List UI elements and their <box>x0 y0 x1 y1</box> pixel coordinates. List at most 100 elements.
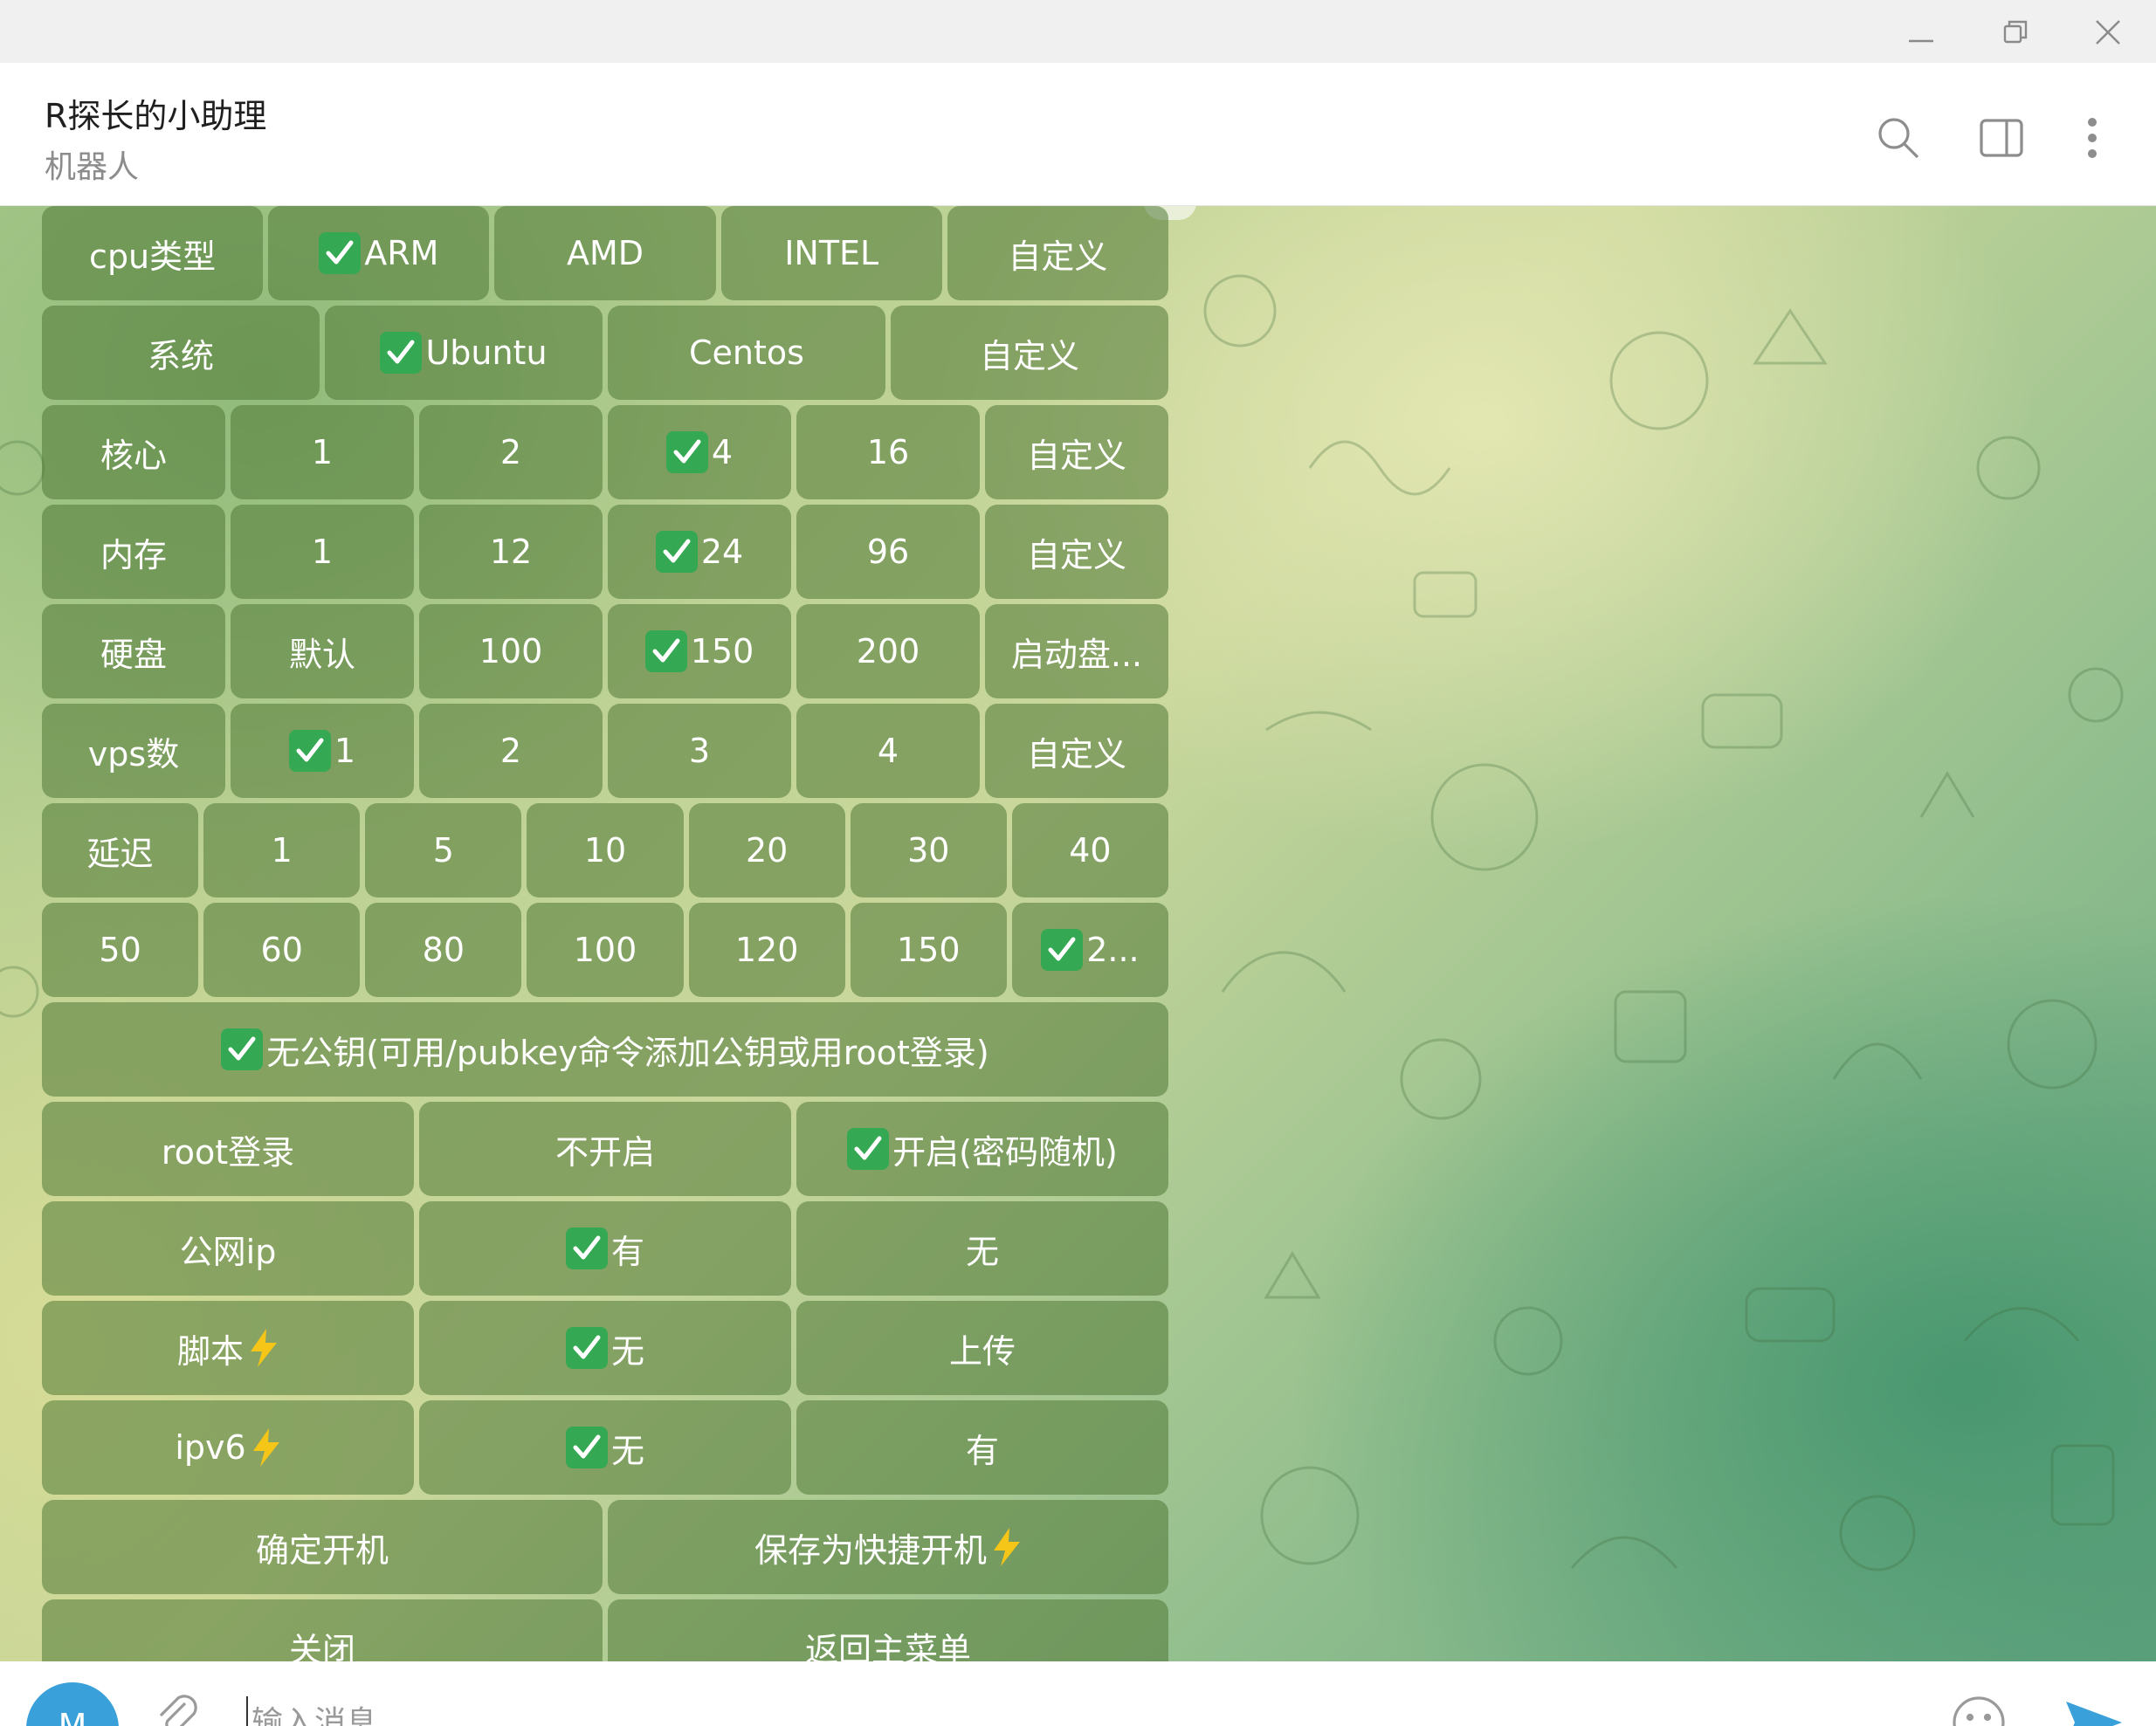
search-button[interactable] <box>1869 108 1928 168</box>
keyboard-row: 内存 1 12 24 96 自定义 <box>42 505 1168 599</box>
keyboard-button[interactable]: 内存 <box>42 505 225 599</box>
keyboard-button[interactable]: 60 <box>203 903 361 997</box>
send-icon <box>2066 1702 2122 1726</box>
keyboard-button[interactable]: 无 <box>796 1201 1168 1296</box>
more-menu-button[interactable] <box>2063 108 2122 168</box>
keyboard-button[interactable]: 保存为快捷开机 <box>608 1500 1168 1594</box>
keyboard-row: 50 60 80 100 120 150 2... <box>42 903 1168 997</box>
sidebar-panel-icon <box>1980 119 2023 157</box>
keyboard-button[interactable]: 40 <box>1011 803 1168 897</box>
keyboard-button-label: 有 <box>965 1431 999 1470</box>
keyboard-button[interactable]: 确定开机 <box>42 1500 603 1594</box>
keyboard-button[interactable]: vps数 <box>42 704 225 798</box>
keyboard-button[interactable]: root登录 <box>42 1102 414 1196</box>
keyboard-button[interactable]: 96 <box>796 505 980 599</box>
keyboard-button[interactable]: 5 <box>365 803 522 897</box>
keyboard-button-label: 默认 <box>288 635 355 674</box>
keyboard-button[interactable]: 硬盘 <box>42 604 225 698</box>
keyboard-button[interactable]: 无公钥(可用/pubkey命令添加公钥或用root登录) <box>42 1002 1168 1097</box>
keyboard-row: 核心 1 2 4 16 自定义 <box>42 405 1168 499</box>
keyboard-button[interactable]: 4 <box>608 405 791 499</box>
message-input[interactable] <box>246 1696 1905 1726</box>
keyboard-button-label: 保存为快捷开机 <box>754 1530 987 1570</box>
minimize-button[interactable] <box>1890 10 1953 54</box>
keyboard-button[interactable]: 脚本 <box>42 1301 414 1395</box>
attach-button[interactable] <box>150 1688 203 1726</box>
keyboard-button[interactable]: 开启(密码随机) <box>796 1102 1168 1196</box>
keyboard-button[interactable]: 150 <box>608 604 791 698</box>
keyboard-button[interactable]: 无 <box>419 1400 791 1495</box>
keyboard-button[interactable]: 150 <box>850 903 1007 997</box>
keyboard-button[interactable]: 有 <box>419 1201 791 1296</box>
keyboard-button-label: 40 <box>1069 831 1112 870</box>
keyboard-button[interactable]: 自定义 <box>891 306 1168 400</box>
keyboard-button[interactable]: 120 <box>688 903 845 997</box>
keyboard-button[interactable]: 延迟 <box>42 803 199 897</box>
keyboard-button[interactable]: 80 <box>365 903 522 997</box>
keyboard-button[interactable]: 上传 <box>796 1301 1168 1395</box>
keyboard-button[interactable]: 1 <box>231 505 414 599</box>
keyboard-button-label: ARM <box>364 234 439 272</box>
keyboard-button[interactable]: 自定义 <box>985 405 1168 499</box>
keyboard-button[interactable]: 20 <box>688 803 845 897</box>
keyboard-button[interactable]: 3 <box>608 704 791 798</box>
keyboard-button[interactable]: 1 <box>231 704 414 798</box>
keyboard-button[interactable]: 12 <box>419 505 603 599</box>
close-window-button[interactable] <box>2077 10 2139 54</box>
keyboard-button[interactable]: 1 <box>203 803 361 897</box>
keyboard-button-label: 80 <box>422 931 465 969</box>
send-button[interactable] <box>2063 1696 2125 1726</box>
avatar[interactable]: M <box>26 1682 119 1726</box>
keyboard-button[interactable]: cpu类型 <box>42 206 264 300</box>
keyboard-button[interactable]: 核心 <box>42 405 225 499</box>
keyboard-button[interactable]: 自定义 <box>985 704 1168 798</box>
restore-button[interactable] <box>1984 10 2047 54</box>
keyboard-button[interactable]: 公网ip <box>42 1201 414 1296</box>
keyboard-button[interactable]: 默认 <box>231 604 414 698</box>
checkmark-icon <box>221 1028 264 1070</box>
keyboard-button[interactable]: 1 <box>231 405 414 499</box>
keyboard-button[interactable]: 不开启 <box>419 1102 791 1196</box>
keyboard-button[interactable]: 2 <box>419 704 603 798</box>
keyboard-button-label: 120 <box>734 931 799 969</box>
keyboard-button-label: 30 <box>907 831 950 870</box>
keyboard-button[interactable]: 返回主菜单 <box>608 1599 1168 1661</box>
keyboard-button[interactable]: 无 <box>419 1301 791 1395</box>
keyboard-button[interactable]: 2 <box>419 405 603 499</box>
keyboard-button[interactable]: INTEL <box>720 206 942 300</box>
emoji-button[interactable] <box>1949 1693 2008 1726</box>
keyboard-button[interactable]: Ubuntu <box>325 306 603 400</box>
keyboard-button[interactable]: ipv6 <box>42 1400 414 1495</box>
keyboard-button-label: 硬盘 <box>100 635 167 674</box>
keyboard-button-label: 50 <box>99 931 141 969</box>
keyboard-button[interactable]: 2... <box>1011 903 1168 997</box>
keyboard-button[interactable]: 系统 <box>42 306 320 400</box>
keyboard-button[interactable]: 10 <box>527 803 684 897</box>
keyboard-button[interactable]: 100 <box>527 903 684 997</box>
keyboard-button-label: 1 <box>311 433 334 471</box>
keyboard-button[interactable]: 24 <box>608 505 791 599</box>
chat-title[interactable]: R探长的小助理 <box>45 89 266 137</box>
keyboard-button[interactable]: 100 <box>419 604 603 698</box>
keyboard-button[interactable]: 4 <box>796 704 980 798</box>
keyboard-button-label: 公网ip <box>179 1232 277 1271</box>
keyboard-button[interactable]: Centos <box>608 306 885 400</box>
toggle-sidebar-button[interactable] <box>1972 108 2031 168</box>
keyboard-button[interactable]: AMD <box>494 206 716 300</box>
keyboard-button[interactable]: 自定义 <box>985 505 1168 599</box>
keyboard-button-label: 无 <box>610 1431 644 1470</box>
keyboard-button[interactable]: 关闭 <box>42 1599 603 1661</box>
keyboard-row: 系统 Ubuntu Centos 自定义 <box>42 306 1168 400</box>
keyboard-button-label: 有 <box>610 1232 644 1271</box>
keyboard-button-label: 无 <box>965 1232 999 1271</box>
keyboard-button[interactable]: 16 <box>796 405 980 499</box>
keyboard-button[interactable]: 200 <box>796 604 980 698</box>
keyboard-button-label: cpu类型 <box>89 237 217 276</box>
chat-subtitle: 机器人 <box>45 149 140 185</box>
keyboard-button[interactable]: 有 <box>796 1400 1168 1495</box>
keyboard-button[interactable]: 30 <box>850 803 1007 897</box>
keyboard-button[interactable]: 自定义 <box>947 206 1168 300</box>
keyboard-button[interactable]: ARM <box>268 206 490 300</box>
keyboard-button[interactable]: 50 <box>42 903 199 997</box>
keyboard-button[interactable]: 启动盘... <box>985 604 1168 698</box>
